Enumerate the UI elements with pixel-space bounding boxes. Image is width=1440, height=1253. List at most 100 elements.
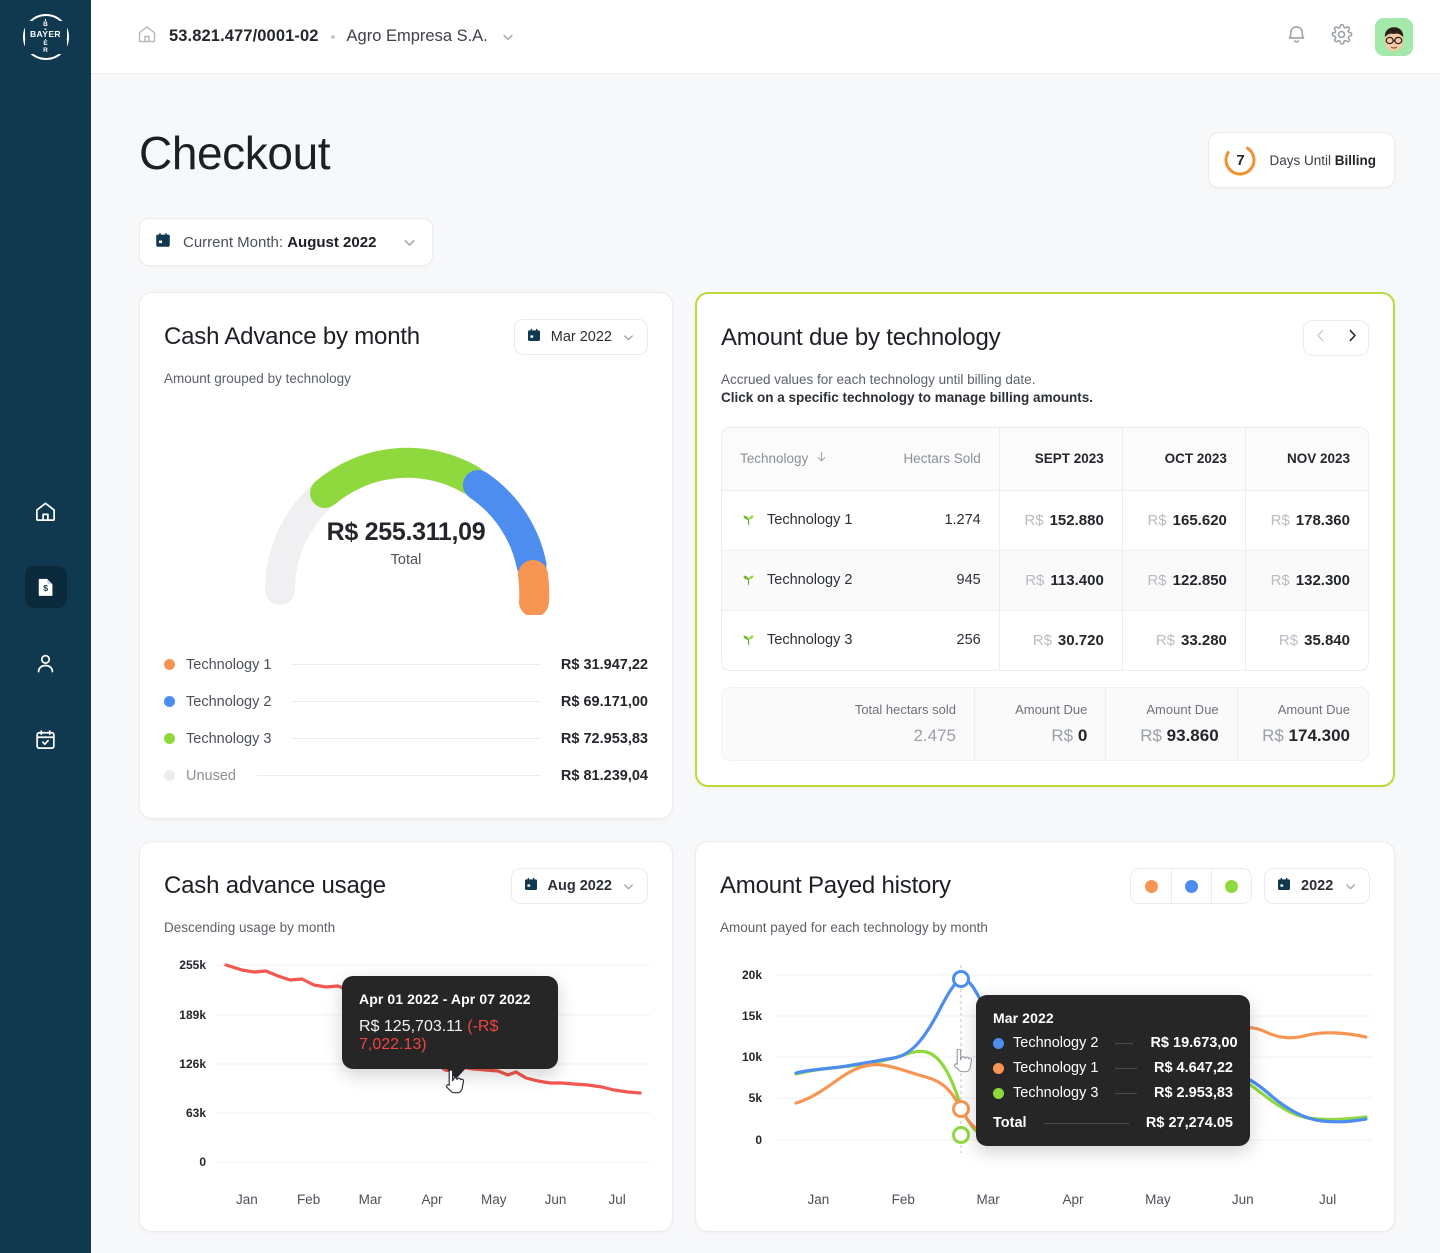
avatar[interactable] — [1375, 17, 1413, 56]
gear-icon[interactable] — [1330, 23, 1353, 51]
series-toggle-technology-2[interactable] — [1171, 869, 1211, 903]
cash-advance-period-select[interactable]: Mar 2022 — [513, 319, 648, 355]
amount-value: 152.880 — [1049, 511, 1104, 529]
chevron-down-icon[interactable] — [401, 234, 418, 251]
table-header-oct: OCT 2023 — [1121, 428, 1246, 491]
series-toggle-technology-1[interactable] — [1131, 869, 1171, 903]
footer-label: Total hectars sold — [854, 702, 956, 717]
breadcrumb[interactable]: 53.821.477/0001-02 Agro Empresa S.A. — [137, 24, 516, 49]
payed-point-technology-3 — [952, 1126, 970, 1144]
bell-icon[interactable] — [1285, 23, 1308, 51]
sidebar-item-invoices[interactable]: $ — [24, 566, 67, 608]
payed-x-axis: Jan Feb Mar Apr May Jun Jul — [776, 1192, 1370, 1207]
legend-item[interactable]: Unused R$ 81.239,04 — [164, 757, 648, 794]
usage-y-axis: 255k 189k 126k 63k 0 — [164, 957, 206, 1171]
footer-value-wrap: R$ 93.860 — [1124, 726, 1218, 746]
amount-due-title: Amount due by technology — [721, 324, 1001, 351]
y-tick-label: 63k — [185, 1106, 206, 1120]
x-tick-label: Apr — [1062, 1192, 1084, 1207]
cash-advance-legend: Technology 1 R$ 31.947,22 Technology 2 R… — [164, 646, 648, 794]
payed-subtitle: Amount payed for each technology by mont… — [720, 920, 988, 935]
current-month-select[interactable]: Current Month: August 2022 — [139, 218, 433, 266]
table-row[interactable]: Technology 2 945 R$ 113.400 R$ 122.850 R… — [722, 550, 1368, 611]
technology-name: Technology 1 — [767, 512, 853, 528]
payed-tooltip-row: Technology 3 R$ 2.953,83 — [993, 1085, 1233, 1101]
pointer-cursor-icon — [445, 1069, 468, 1101]
days-count: 7 — [1236, 151, 1245, 169]
main-area: 53.821.477/0001-02 Agro Empresa S.A. Che… — [91, 0, 1440, 1253]
footer-total-hectars: Total hectars sold 2.475 — [722, 688, 974, 760]
chevron-down-icon[interactable] — [1343, 879, 1358, 894]
tooltip-total-value: R$ 27,274.05 — [1145, 1115, 1233, 1131]
calendar-icon — [154, 231, 172, 254]
y-tick-label: 15k — [741, 1009, 762, 1023]
amount-due-pager[interactable] — [1303, 320, 1369, 356]
cell-technology: Technology 2 — [722, 550, 879, 611]
days-until-billing-badge: 7 Days Until Billing — [1208, 132, 1395, 188]
arrow-down-icon[interactable] — [815, 450, 828, 468]
amount-value: 122.850 — [1172, 571, 1227, 589]
table-header-technology[interactable]: Technology — [722, 428, 879, 491]
y-tick-label: 10k — [741, 1050, 762, 1064]
footer-label: Amount Due — [1277, 702, 1350, 717]
usage-subtitle: Descending usage by month — [164, 920, 336, 935]
dashboard-grid: Cash Advance by month Mar 2022 Amount gr… — [139, 292, 1395, 1232]
app-root: B A BAYER E R $ — [0, 0, 1440, 1253]
tooltip-value: R$ 19.673,00 — [1150, 1035, 1238, 1051]
badge-text-plain: Days Until — [1269, 152, 1335, 168]
home-icon[interactable] — [137, 24, 157, 49]
cell-hectars: 1.274 — [878, 490, 1000, 551]
series-toggle-technology-3[interactable] — [1211, 869, 1251, 903]
chevron-left-icon[interactable] — [1312, 327, 1329, 349]
footer-amount-due-nov: Amount Due R$ 174.300 — [1236, 688, 1368, 760]
amount-due-card-header: Amount due by technology — [721, 320, 1369, 356]
legend-item[interactable]: Technology 3 R$ 72.953,83 — [164, 720, 648, 757]
table-row[interactable]: Technology 3 256 R$ 30.720 R$ 33.280 R$ … — [722, 610, 1368, 670]
cash-advance-title: Cash Advance by month — [164, 323, 420, 350]
chevron-right-icon[interactable] — [1344, 327, 1361, 349]
cash-advance-period-value: Mar 2022 — [550, 329, 612, 345]
currency-symbol: R$ — [1270, 511, 1290, 529]
tooltip-total-label: Total — [993, 1115, 1027, 1131]
chevron-down-icon[interactable] — [621, 879, 636, 894]
x-tick-label: Jun — [1231, 1192, 1254, 1207]
topbar-actions — [1285, 17, 1413, 56]
payed-year-select[interactable]: 2022 — [1264, 868, 1370, 904]
currency-symbol: R$ — [1024, 511, 1044, 529]
chevron-down-icon[interactable] — [621, 330, 636, 345]
breadcrumb-company: Agro Empresa S.A. — [346, 27, 488, 45]
series-dot-orange — [1144, 879, 1158, 893]
legend-item[interactable]: Technology 1 R$ 31.947,22 — [164, 646, 648, 683]
days-ring: 7 — [1223, 143, 1257, 177]
chevron-down-icon[interactable] — [500, 29, 516, 45]
table-header-hectars: Hectars Sold — [878, 428, 1000, 491]
days-until-billing-label: Days Until Billing — [1269, 153, 1376, 168]
tooltip-value: R$ 4.647,22 — [1153, 1060, 1233, 1076]
legend-item[interactable]: Technology 2 R$ 69.171,00 — [164, 683, 648, 720]
cell-nov: R$ 132.300 — [1244, 550, 1368, 611]
legend-divider — [256, 775, 540, 776]
sidebar-item-calendar[interactable] — [25, 718, 67, 760]
amount-value: 30.720 — [1057, 631, 1104, 649]
usage-period-select[interactable]: Aug 2022 — [510, 868, 648, 904]
home-icon — [34, 500, 57, 523]
table-header-label: Technology — [740, 451, 809, 467]
currency-symbol: R$ — [1278, 631, 1299, 649]
x-tick-label: Jul — [1318, 1192, 1337, 1207]
table-header-row: Technology Hectars Sold SEPT 2023 OCT 20… — [722, 428, 1368, 491]
amount-value: 35.840 — [1304, 631, 1350, 649]
logo-letter-r: R — [24, 47, 67, 55]
legend-label: Technology 3 — [186, 730, 272, 747]
breadcrumb-separator-dot — [330, 34, 335, 39]
currency-symbol: R$ — [1270, 571, 1290, 589]
legend-divider — [292, 701, 540, 702]
footer-value-wrap: 2.475 — [740, 726, 956, 746]
table-row[interactable]: Technology 1 1.274 R$ 152.880 R$ 165.620… — [722, 490, 1368, 551]
usage-period-value: Aug 2022 — [547, 878, 612, 894]
cell-sept: R$ 152.880 — [998, 490, 1123, 551]
sidebar-item-home[interactable] — [25, 490, 67, 532]
cell-hectars: 945 — [878, 550, 1000, 611]
sidebar: B A BAYER E R $ — [0, 0, 91, 1253]
footer-label: Amount Due — [1146, 702, 1219, 717]
sidebar-item-account[interactable] — [25, 642, 67, 684]
